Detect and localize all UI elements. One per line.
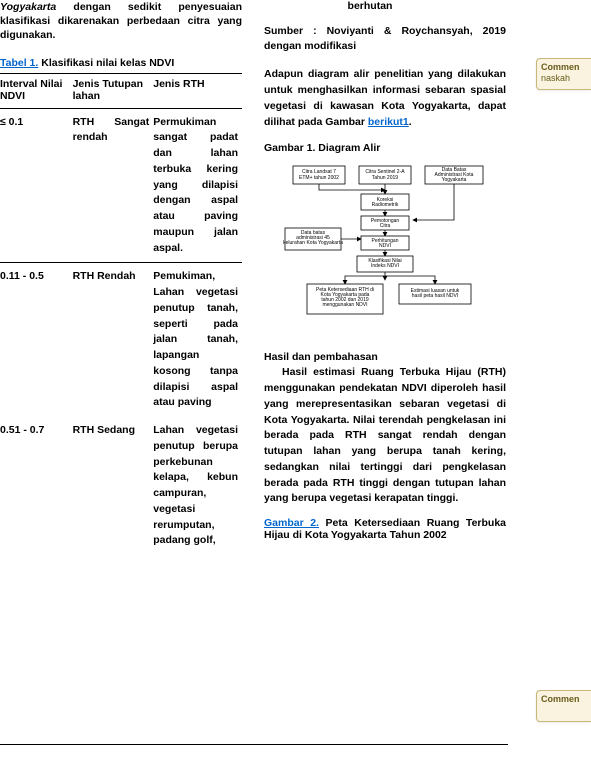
table-row: 0.51 - 0.7 RTH Sedang Lahan vegetasi pen…: [0, 417, 242, 555]
table-header-rth: Jenis RTH: [153, 73, 242, 108]
table-caption: Tabel 1. Klasifikasi nilai kelas NDVI: [0, 57, 242, 69]
comment-body: naskah: [541, 73, 587, 84]
table-header-interval: Interval Nilai NDVI: [0, 73, 73, 108]
paragraph-diagram-intro: Adapun diagram alir penelitian yang dila…: [264, 67, 506, 130]
left-column: Yogyakarta dengan sedikit penyesuaian kl…: [0, 0, 242, 555]
page-content: Yogyakarta dengan sedikit penyesuaian kl…: [0, 0, 591, 555]
svg-text:Estimasi luasan untukhasil pet: Estimasi luasan untukhasil peta hasil ND…: [411, 288, 460, 299]
flow-diagram: Citra Landsat 7ETM+ tahun 2002 Citra Sen…: [275, 162, 495, 337]
table-caption-text: Klasifikasi nilai kelas NDVI: [38, 57, 174, 69]
results-body: Hasil estimasi Ruang Terbuka Hijau (RTH)…: [264, 365, 506, 507]
right-column: berhutan Sumber : Noviyanti & Roychansya…: [264, 0, 506, 555]
table-row: 0.11 - 0.5 RTH Rendah Pemukiman, Lahan v…: [0, 263, 242, 417]
cell-interval: ≤ 0.1: [0, 108, 73, 263]
figure1-caption: Gambar 1. Diagram Alir: [264, 142, 506, 154]
cell-rth: Lahan vegetasi penutup berupa perkebunan…: [153, 417, 242, 555]
table-caption-link[interactable]: Tabel 1.: [0, 57, 38, 69]
cell-tutupan: RTH Rendah: [73, 263, 154, 417]
table-header-tutupan: Jenis Tutupan lahan: [73, 73, 154, 108]
comment-head: Commen: [541, 694, 587, 705]
cell-interval: 0.11 - 0.5: [0, 263, 73, 417]
diagram-box: Citra Landsat 7ETM+ tahun 2002: [299, 169, 339, 181]
figure2-caption: Gambar 2. Peta Ketersediaan Ruang Terbuk…: [264, 517, 506, 541]
cell-rth: Pemukiman, Lahan vegetasi penutup tanah,…: [153, 263, 242, 417]
results-heading: Hasil dan pembahasan: [264, 351, 506, 363]
comment-head: Commen: [541, 62, 587, 73]
berhutan-text: berhutan: [264, 0, 506, 12]
source-text: Sumber : Noviyanti & Roychansyah, 2019 d…: [264, 24, 506, 53]
ndvi-table: Interval Nilai NDVI Jenis Tutupan lahan …: [0, 73, 242, 556]
cell-rth: Permukiman sangat padat dan lahan terbuk…: [153, 108, 242, 263]
para1-link[interactable]: berikut1: [368, 116, 409, 128]
cell-tutupan: RTH Sedang: [73, 417, 154, 555]
cell-tutupan: RTH Sangat rendah: [73, 108, 154, 263]
svg-text:Klasifikasi NilaiIndeks NDVI: Klasifikasi NilaiIndeks NDVI: [368, 258, 401, 269]
intro-italic: Yogyakarta: [0, 1, 56, 13]
svg-text:Peta Ketersediaan RTH diKota Y: Peta Ketersediaan RTH diKota Yogyakarta …: [316, 287, 374, 308]
comment-bubble[interactable]: Commen: [536, 690, 591, 722]
cell-interval: 0.51 - 0.7: [0, 417, 73, 555]
figure2-link[interactable]: Gambar 2.: [264, 517, 319, 529]
footer-rule: [0, 744, 508, 745]
para1-b: .: [409, 116, 412, 128]
comment-bubble[interactable]: Commen naskah: [536, 58, 591, 90]
intro-paragraph: Yogyakarta dengan sedikit penyesuaian kl…: [0, 0, 242, 43]
table-row: ≤ 0.1 RTH Sangat rendah Permukiman sanga…: [0, 108, 242, 263]
